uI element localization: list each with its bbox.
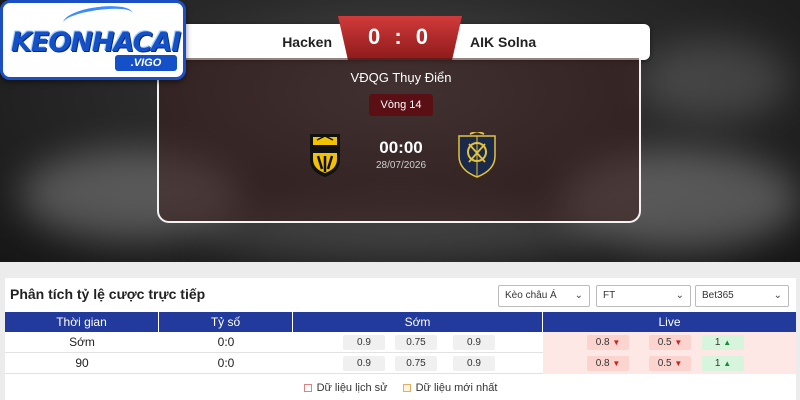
arrow-up-icon: ▲ (723, 359, 732, 368)
away-team-crest-icon (458, 132, 496, 178)
odds-legend: Dữ liệu lịch sử Dữ liệu mới nhất (5, 382, 796, 394)
early-odd-home: 0.9 (343, 356, 385, 371)
odds-analysis-panel: Phân tích tỷ lệ cược trực tiếp Kèo châu … (5, 278, 796, 400)
panel-title: Phân tích tỷ lệ cược trực tiếp (10, 286, 206, 302)
round-badge: Vòng 14 (369, 94, 433, 116)
header-time: Thời gian (5, 312, 159, 332)
arrow-down-icon: ▼ (612, 338, 621, 347)
league-name[interactable]: VĐQG Thụy Điển (159, 70, 643, 85)
live-odd-line: 0.5 ▼ (649, 335, 691, 350)
legend-latest[interactable]: Dữ liệu mới nhất (402, 382, 497, 394)
arrow-up-icon: ▲ (723, 338, 732, 347)
early-odd-line: 0.75 (395, 356, 437, 371)
market-select-value: Kèo châu Á (505, 290, 557, 301)
period-select[interactable]: FT ⌄ (596, 285, 691, 307)
market-select[interactable]: Kèo châu Á ⌄ (498, 285, 590, 307)
arrow-down-icon: ▼ (612, 359, 621, 368)
arrow-down-icon: ▼ (674, 338, 683, 347)
match-hero: KEONHACAI .VIGO Hacken AIK Solna 0 : 0 V… (0, 0, 800, 262)
header-score: Tỷ số (159, 312, 293, 332)
live-odd-away: 1 ▲ (702, 356, 744, 371)
site-logo[interactable]: KEONHACAI .VIGO (0, 0, 186, 80)
live-odd-line: 0.5 ▼ (649, 356, 691, 371)
arrow-down-icon: ▼ (674, 359, 683, 368)
early-odd-away: 0.9 (453, 356, 495, 371)
row-score: 0:0 (217, 356, 235, 370)
early-odd-away: 0.9 (453, 335, 495, 350)
legend-latest-swatch (402, 384, 411, 393)
header-live: Live (658, 315, 681, 329)
bookmaker-select-value: Bet365 (702, 290, 734, 301)
period-select-value: FT (603, 290, 616, 301)
row-time: Sớm (69, 335, 95, 349)
kickoff-time: 00:00 (379, 138, 423, 157)
match-score: 0 : 0 (338, 16, 462, 60)
chevron-down-icon: ⌄ (675, 290, 684, 301)
bookmaker-select[interactable]: Bet365 ⌄ (695, 285, 789, 307)
row-time: 90 (75, 356, 89, 370)
early-odd-line: 0.75 (395, 335, 437, 350)
chevron-down-icon: ⌄ (574, 290, 583, 301)
logo-domain: .VIGO (115, 55, 177, 71)
odds-table-header: Thời gian Tỷ số Sớm Live (5, 312, 796, 332)
match-info-card: VĐQG Thụy Điển Vòng 14 00:00 28/07/2026 (157, 58, 641, 223)
early-odd-home: 0.9 (343, 335, 385, 350)
table-row[interactable]: 90 0:0 0.9 0.75 0.9 0.8 ▼ 0.5 ▼ 1 ▲ (5, 353, 796, 374)
logo-text: KEONHACAI (11, 27, 181, 58)
away-team-name[interactable]: AIK Solna (470, 24, 650, 60)
row-score: 0:0 (217, 335, 235, 349)
live-odd-home: 0.8 ▼ (587, 356, 629, 371)
chevron-down-icon: ⌄ (773, 290, 782, 301)
live-odd-home: 0.8 ▼ (587, 335, 629, 350)
kickoff-date: 28/07/2026 (375, 160, 427, 171)
live-odd-away: 1 ▲ (702, 335, 744, 350)
legend-history[interactable]: Dữ liệu lịch sử (303, 382, 388, 394)
legend-history-swatch (303, 384, 312, 393)
table-row[interactable]: Sớm 0:0 0.9 0.75 0.9 0.8 ▼ 0.5 ▼ 1 ▲ (5, 332, 796, 353)
header-early: Sớm (293, 312, 543, 332)
